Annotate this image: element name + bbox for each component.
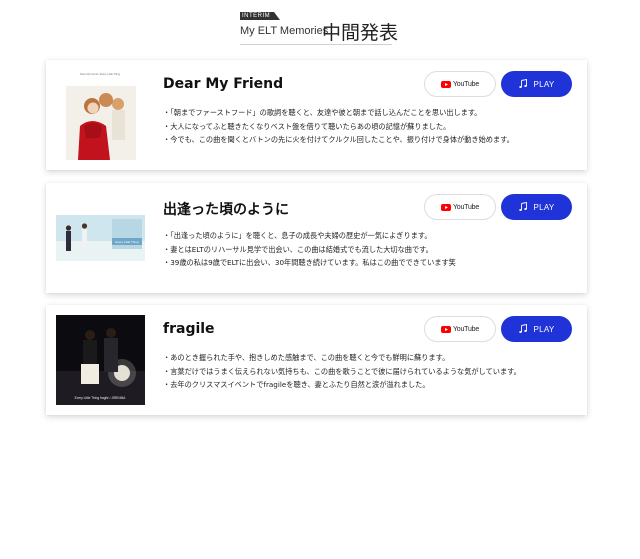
play-label: PLAY <box>533 79 555 89</box>
music-note-icon <box>519 324 528 333</box>
song-card-deatta-koro-no-you-ni: Every Little Thing 出逢った頃のように ・「出逢った頃のように… <box>46 183 587 293</box>
memory-item: ・言葉だけではうまく伝えられない気持ちも、この曲を歌うことで彼に届けられているよ… <box>163 366 521 376</box>
memory-list: ・「出逢った頃のように」を聴くと、息子の成長や夫婦の歴史が一気によぎります。 ・… <box>163 229 578 270</box>
page-title: 中間発表 <box>322 22 399 44</box>
youtube-button[interactable]: YouTube <box>424 316 496 342</box>
jacket-art-dear-my-friend: Dear My Friend / Every Little Thing <box>56 70 145 160</box>
interim-tag: INTERIM <box>240 12 281 20</box>
youtube-button[interactable]: YouTube <box>424 71 496 97</box>
memory-item: ・「朝までファーストフード」の歌詞を聴くと、友達や彼と朝まで話し込んだことを思い… <box>163 108 482 117</box>
jacket-art-deatta-koro-no-you-ni: Every Little Thing <box>56 193 145 283</box>
jacket-caption: Every Little Thing <box>115 240 138 244</box>
jacket-caption: Dear My Friend / Every Little Thing <box>80 72 121 76</box>
song-card-dear-my-friend: Dear My Friend / Every Little Thing Dear… <box>46 60 587 170</box>
page-header: INTERIM My ELT Memories 中間発表 <box>240 10 440 46</box>
song-title: Dear My Friend <box>163 76 284 92</box>
youtube-label: YouTube <box>452 203 480 211</box>
memory-item: ・今でも、この曲を聞くとバトンの先に火を付けてクルクル回したことや、振り付けで身… <box>163 135 514 144</box>
album-jacket: Every Little Thing fragile / JIRENMA <box>56 315 145 405</box>
song-title: 出逢った頃のように <box>163 202 289 218</box>
memory-item: ・39歳の私は9歳でELTに出会い、30年間聴き続けています。私はこの曲でできて… <box>163 258 456 267</box>
header-subtitle: My ELT Memories <box>240 25 329 37</box>
memory-list: ・「朝までファーストフード」の歌詞を聴くと、友達や彼と朝まで話し込んだことを思い… <box>163 106 578 147</box>
music-note-icon <box>519 79 528 88</box>
jacket-caption: Every Little Thing fragile / JIRENMA <box>75 396 127 400</box>
youtube-label: YouTube <box>452 325 480 333</box>
youtube-icon <box>440 203 451 211</box>
play-label: PLAY <box>533 202 555 212</box>
youtube-icon <box>440 325 451 333</box>
play-button[interactable]: PLAY <box>501 194 572 220</box>
music-note-icon <box>519 202 528 211</box>
play-button[interactable]: PLAY <box>501 316 572 342</box>
memory-list: ・あのとき握られた手や、抱きしめた感触まで、この曲を聴くと今でも鮮明に蘇ります。… <box>163 351 578 392</box>
youtube-button[interactable]: YouTube <box>424 194 496 220</box>
memory-item: ・大人になってふと聴きたくなりベスト盤を借りて聴いたらあの頃の記憶が蘇りました。 <box>163 121 451 131</box>
youtube-label: YouTube <box>452 80 480 88</box>
header-divider <box>240 44 392 45</box>
play-label: PLAY <box>533 324 555 334</box>
song-card-fragile: Every Little Thing fragile / JIRENMA fra… <box>46 305 587 415</box>
memory-item: ・去年のクリスマスイベントでfragileを聴き、妻とふたり自然と涙が溢れました… <box>163 380 430 389</box>
play-button[interactable]: PLAY <box>501 71 572 97</box>
jacket-art-fragile: Every Little Thing fragile / JIRENMA <box>56 315 145 405</box>
album-jacket: Dear My Friend / Every Little Thing <box>56 70 145 160</box>
memory-item: ・妻とはELTのリハーサル見学で出会い、この曲は結婚式でも流した大切な曲です。 <box>163 244 433 254</box>
youtube-icon <box>440 80 451 88</box>
song-title: fragile <box>163 321 215 337</box>
memory-item: ・あのとき握られた手や、抱きしめた感触まで、この曲を聴くと今でも鮮明に蘇ります。 <box>163 353 450 362</box>
memory-item: ・「出逢った頃のように」を聴くと、息子の成長や夫婦の歴史が一気によぎります。 <box>163 231 432 240</box>
album-jacket: Every Little Thing <box>56 193 145 283</box>
